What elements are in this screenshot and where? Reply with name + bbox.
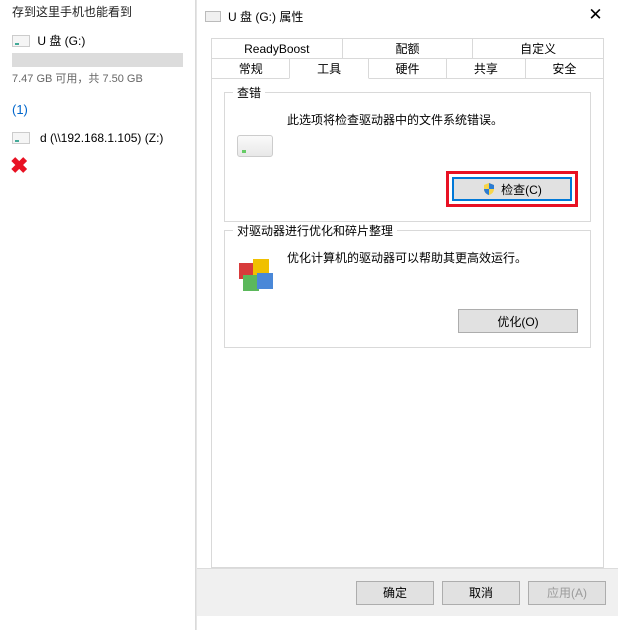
defrag-icon — [237, 259, 273, 291]
left-pane: 存到这里手机也能看到 U 盘 (G:) 7.47 GB 可用，共 7.50 GB… — [0, 0, 195, 630]
properties-dialog: U 盘 (G:) 属性 ✕ ReadyBoost 配额 自定义 常规 工具 硬件… — [196, 0, 618, 630]
dialog-footer: 确定 取消 应用(A) — [197, 568, 618, 616]
close-button[interactable]: ✕ — [573, 1, 618, 31]
tab-quota[interactable]: 配额 — [342, 38, 474, 59]
apply-button[interactable]: 应用(A) — [528, 581, 606, 605]
defrag-desc: 优化计算机的驱动器可以帮助其更高效运行。 — [287, 249, 527, 267]
ok-button[interactable]: 确定 — [356, 581, 434, 605]
drive-usage-text: 7.47 GB 可用，共 7.50 GB — [12, 70, 183, 86]
defrag-group-title: 对驱动器进行优化和碎片整理 — [233, 222, 397, 239]
tab-security[interactable]: 安全 — [525, 58, 604, 79]
check-button-highlight: 检查(C) — [446, 171, 578, 207]
tab-readyboost[interactable]: ReadyBoost — [211, 38, 343, 59]
usb-drive-icon — [12, 35, 30, 47]
check-button-label: 检查(C) — [501, 181, 542, 198]
titlebar-drive-icon — [205, 11, 221, 22]
bg-header-text: 存到这里手机也能看到 — [12, 0, 183, 26]
drive-usage-bar — [12, 53, 183, 67]
tab-content: 查错 此选项将检查驱动器中的文件系统错误。 — [211, 78, 604, 568]
check-group-title: 查错 — [233, 84, 265, 101]
drive-item[interactable]: U 盘 (G:) 7.47 GB 可用，共 7.50 GB — [12, 32, 183, 86]
tab-sharing[interactable]: 共享 — [446, 58, 525, 79]
network-drive-label: d (\\192.168.1.105) (Z:) — [40, 131, 163, 145]
check-group: 查错 此选项将检查驱动器中的文件系统错误。 — [224, 92, 591, 222]
network-drive-item[interactable]: d (\\192.168.1.105) (Z:) — [12, 131, 183, 145]
tab-customize[interactable]: 自定义 — [472, 38, 604, 59]
network-drive-icon — [12, 132, 30, 144]
section-index: (1) — [12, 102, 183, 117]
cancel-button[interactable]: 取消 — [442, 581, 520, 605]
check-desc: 此选项将检查驱动器中的文件系统错误。 — [287, 111, 503, 129]
tab-general[interactable]: 常规 — [211, 58, 290, 79]
titlebar: U 盘 (G:) 属性 ✕ — [197, 0, 618, 32]
dialog-title: U 盘 (G:) 属性 — [228, 8, 573, 25]
shield-icon — [482, 182, 496, 196]
defrag-group: 对驱动器进行优化和碎片整理 优化计算机的驱动器可以帮助其更高效运行。 优化(O) — [224, 230, 591, 348]
optimize-button-label: 优化(O) — [497, 313, 538, 330]
check-button[interactable]: 检查(C) — [452, 177, 572, 201]
disk-icon — [237, 121, 273, 153]
error-x-icon: ✖ — [10, 153, 183, 179]
optimize-button[interactable]: 优化(O) — [458, 309, 578, 333]
tabs: ReadyBoost 配额 自定义 常规 工具 硬件 共享 安全 查错 此选项将… — [211, 38, 604, 568]
tab-hardware[interactable]: 硬件 — [368, 58, 447, 79]
tab-tools[interactable]: 工具 — [289, 58, 368, 79]
drive-label: U 盘 (G:) — [37, 32, 85, 49]
